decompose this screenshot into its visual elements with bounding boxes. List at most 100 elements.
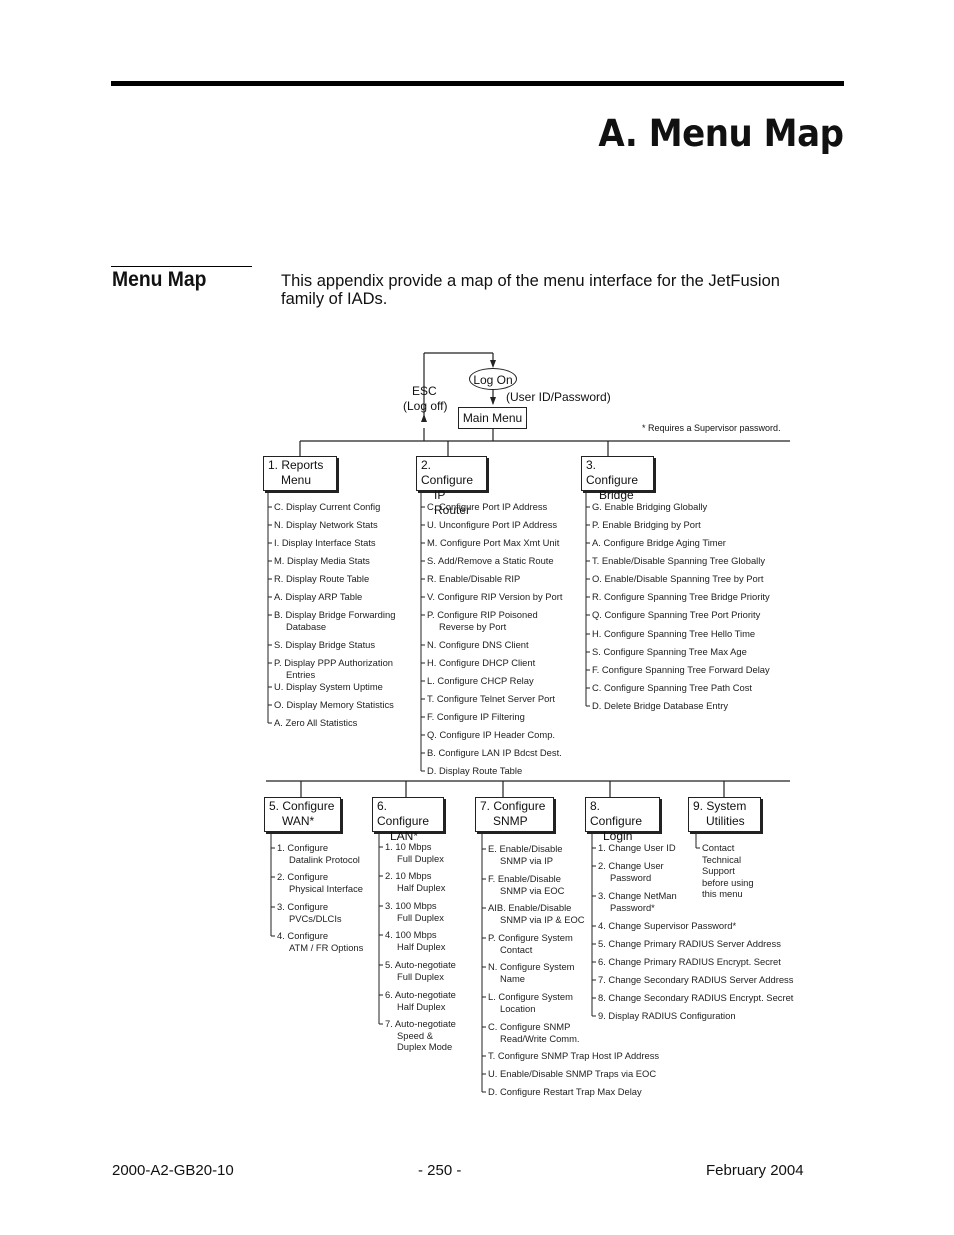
menu-item: A. Zero All Statistics (274, 717, 357, 729)
menu-item-label-continued: Half Duplex (397, 881, 446, 893)
menu-item-label: R. Enable/Disable RIP (427, 573, 521, 584)
log-on-node: Log On (469, 368, 517, 390)
menu-item: I. Display Interface Stats (274, 537, 376, 549)
menu-item: T. Enable/Disable Spanning Tree Globally (592, 555, 765, 567)
menu-item: S. Display Bridge Status (274, 639, 375, 651)
menu-item: 7. Auto-negotiate Speed & Duplex Mode (385, 1018, 456, 1053)
menu-item-label-continued: ATM / FR Options (289, 941, 364, 953)
menu-item: P. Configure System Contact (488, 932, 573, 955)
menu-item-label: Contact (702, 842, 735, 853)
menu-item-label: 6. Change Primary RADIUS Encrypt. Secret (598, 956, 781, 967)
menu-item-label: T. Enable/Disable Spanning Tree Globally (592, 555, 766, 566)
menu-item-label-continued: Full Duplex (397, 911, 444, 923)
menu-item: A. Configure Bridge Aging Timer (592, 537, 726, 549)
menu-item-label: R. Configure Spanning Tree Bridge Priori… (592, 591, 770, 602)
menu-item-label: 5. Change Primary RADIUS Server Address (598, 938, 781, 949)
menu-item-label-continued: before using (702, 876, 754, 888)
menu-item: E. Enable/Disable SNMP via IP (488, 843, 563, 866)
menu-item: P. Configure RIP Poisoned Reverse by Port (427, 609, 538, 632)
menu-item-label: O. Display Memory Statistics (274, 699, 394, 710)
menu-item: P. Enable Bridging by Port (592, 519, 701, 531)
menu-item: 3. 100 Mbps Full Duplex (385, 900, 444, 923)
menu-item: N. Configure DNS Client (427, 639, 529, 651)
menu-item-label: 7. Auto-negotiate (385, 1018, 456, 1029)
menu-item: M. Display Media Stats (274, 555, 370, 567)
menu-item-label: P. Configure System (488, 932, 573, 943)
menu-item-label: H. Configure DHCP Client (427, 657, 536, 668)
menu-item-label: 6. Auto-negotiate (385, 989, 456, 1000)
menu-item: G. Enable Bridging Globally (592, 501, 707, 513)
menu-item: H. Configure DHCP Client (427, 657, 535, 669)
menu-item: 9. Display RADIUS Configuration (598, 1010, 736, 1022)
menu-item-label: A. Zero All Statistics (274, 717, 358, 728)
menu-item-label: V. Configure RIP Version by Port (427, 591, 563, 602)
menu-item-label: U. Unconfigure Port IP Address (427, 519, 558, 530)
menu-item: T. Configure SNMP Trap Host IP Address (488, 1050, 659, 1062)
menu-item-label-continued: this menu (702, 888, 743, 899)
menu-item-label-continued: Half Duplex (397, 1000, 446, 1012)
footer-date: February 2004 (706, 1162, 804, 1179)
menu-item-label: 4. Change Supervisor Password* (598, 920, 737, 931)
menu-item-label: C. Configure SNMP (488, 1021, 571, 1032)
menu-item-label: Q. Configure IP Header Comp. (427, 729, 556, 740)
menu-item-label: H. Configure Spanning Tree Hello Time (592, 628, 756, 639)
menu-item: B. Configure LAN IP Bdcst Dest. (427, 747, 562, 759)
menu-item: 7. Change Secondary RADIUS Server Addres… (598, 974, 793, 986)
menu-item-label: A. Configure Bridge Aging Timer (592, 537, 726, 548)
menu-item-label: 4. 100 Mbps (385, 929, 437, 940)
menu-item-label: 3. Change NetMan (598, 890, 677, 901)
main-menu-node: Main Menu (458, 407, 527, 429)
menu-item-label: B. Display Bridge Forwarding (274, 609, 396, 620)
menu-item: L. Configure CHCP Relay (427, 675, 534, 687)
menu-item-label-continued: Half Duplex (397, 940, 446, 952)
menu-item-label: 4. Configure (277, 930, 329, 941)
menu-item: V. Configure RIP Version by Port (427, 591, 563, 603)
menu-item-label-continued: Full Duplex (397, 852, 444, 864)
menu-item: 3. Configure PVCs/DLCIs (277, 901, 342, 924)
menu-item: L. Configure System Location (488, 991, 573, 1014)
menu-item: A. Display ARP Table (274, 591, 362, 603)
menu-item: R. Display Route Table (274, 573, 369, 585)
menu-item: 6. Change Primary RADIUS Encrypt. Secret (598, 956, 781, 968)
menu-item-label: D. Configure Restart Trap Max Delay (488, 1086, 642, 1097)
log-off-label: (Log off) (403, 399, 448, 413)
menu-item-label-continued: Contact (500, 943, 533, 955)
menu-box-title: 2. Configure (421, 458, 474, 487)
menu-item-label: I. Display Interface Stats (274, 537, 376, 548)
menu-item: O. Display Memory Statistics (274, 699, 394, 711)
menu-item-label: T. Configure Telnet Server Port (427, 693, 556, 704)
menu-box: 6. Configure LAN* (372, 797, 444, 843)
menu-item: D. Delete Bridge Database Entry (592, 700, 728, 712)
menu-item: N. Display Network Stats (274, 519, 378, 531)
menu-item-label: C. Configure Spanning Tree Path Cost (592, 682, 752, 693)
supervisor-note: * Requires a Supervisor password. (642, 423, 781, 433)
menu-item-label: F. Configure Spanning Tree Forward Delay (592, 664, 770, 675)
menu-box-title: 3. Configure (586, 458, 639, 487)
menu-item-label: 2. Change User (598, 860, 664, 871)
menu-item-label-continued: Full Duplex (397, 970, 444, 982)
menu-item-label-continued: Speed & (397, 1029, 433, 1041)
menu-item-label: G. Enable Bridging Globally (592, 501, 708, 512)
menu-item: F. Configure Spanning Tree Forward Delay (592, 664, 770, 676)
menu-item-label: Q. Configure Spanning Tree Port Priority (592, 609, 761, 620)
menu-box: 7. Configure SNMP (475, 797, 554, 832)
menu-item-label-continued: Technical (702, 853, 742, 865)
menu-item: C. Configure Port IP Address (427, 501, 547, 513)
menu-item-label-continued: PVCs/DLCIs (289, 912, 342, 924)
menu-box-subtitle: Utilities (706, 814, 745, 828)
menu-item: F. Configure IP Filtering (427, 711, 525, 723)
menu-item-label: D. Delete Bridge Database Entry (592, 700, 729, 711)
menu-item-label: S. Add/Remove a Static Route (427, 555, 554, 566)
menu-item-label-continued: SNMP via IP (500, 854, 553, 866)
menu-box-title: 9. System (693, 799, 747, 813)
menu-item: 4. 100 Mbps Half Duplex (385, 929, 445, 952)
menu-item-label: L. Configure System (488, 991, 573, 1002)
menu-item: Q. Configure Spanning Tree Port Priority (592, 609, 760, 621)
menu-item: C. Display Current Config (274, 501, 380, 513)
menu-item: 3. Change NetMan Password* (598, 890, 677, 913)
menu-item-label-continued: SNMP via IP & EOC (500, 913, 585, 925)
menu-item: 4. Configure ATM / FR Options (277, 930, 363, 953)
menu-item: 5. Auto-negotiate Full Duplex (385, 959, 456, 982)
menu-item-label: F. Configure IP Filtering (427, 711, 525, 722)
menu-box-title: 5. Configure (269, 799, 335, 813)
